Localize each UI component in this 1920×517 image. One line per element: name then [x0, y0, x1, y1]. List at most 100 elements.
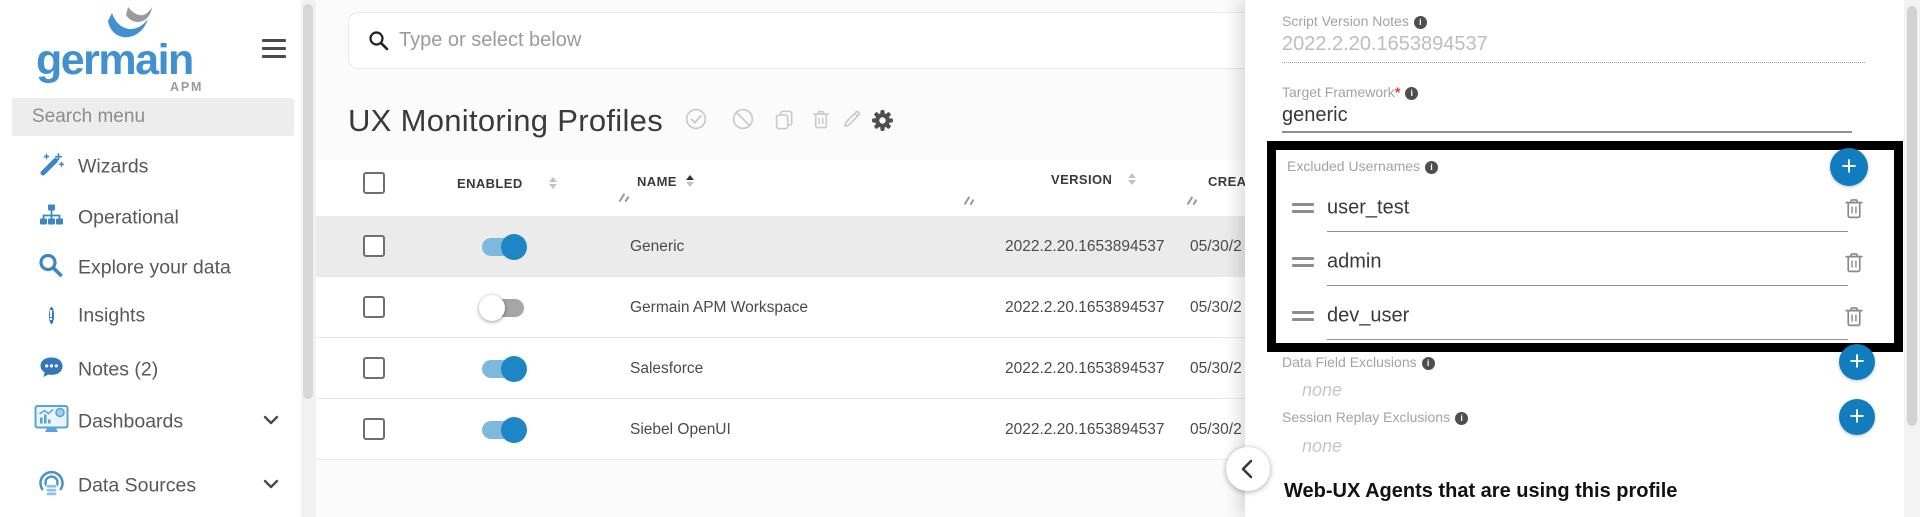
session-replay-exclusions-label: Session Replay Exclusionsi — [1282, 409, 1468, 425]
item-underline — [1327, 231, 1848, 232]
germain-logo-text: germain — [36, 36, 193, 85]
chevron-down-icon[interactable] — [263, 479, 279, 489]
ban-icon — [732, 108, 754, 130]
enabled-toggle[interactable] — [482, 299, 524, 317]
toggle-knob — [479, 295, 505, 321]
profile-created: 05/30/2 — [1190, 277, 1242, 338]
profile-version: 2022.2.20.1653894537 — [1005, 277, 1164, 338]
drag-handle-icon[interactable] — [1292, 199, 1314, 217]
edit-button[interactable] — [841, 108, 867, 134]
delete-button[interactable] — [810, 108, 836, 134]
select-all-checkbox[interactable] — [363, 172, 385, 194]
row-checkbox[interactable] — [363, 296, 385, 318]
delete-item-trash-icon[interactable] — [1842, 304, 1866, 328]
excluded-username-row: admin — [1276, 244, 1894, 280]
sidebar-search-placeholder: Search menu — [12, 98, 294, 136]
sidebar-item-data-sources[interactable]: Data Sources — [0, 466, 302, 506]
sidebar-item-notes[interactable]: Notes (2) — [0, 350, 302, 390]
edit-pencil-icon — [841, 108, 863, 130]
row-checkbox[interactable] — [363, 235, 385, 257]
copy-icon — [773, 108, 795, 130]
profile-detail-drawer: Script Version Notesi 2022.2.20.16538945… — [1245, 0, 1920, 517]
row-checkbox[interactable] — [363, 357, 385, 379]
sitemap-icon — [34, 203, 68, 233]
column-resize-handle[interactable] — [1186, 196, 1198, 206]
sort-arrows-enabled[interactable] — [549, 177, 558, 189]
info-icon[interactable]: i — [1422, 357, 1435, 370]
profile-name: Salesforce — [630, 338, 703, 399]
toggle-knob — [501, 234, 527, 260]
approve-button[interactable] — [685, 108, 711, 134]
session-replay-exclusions-empty-value: none — [1302, 436, 1342, 457]
info-icon[interactable]: i — [1425, 161, 1438, 174]
enabled-toggle[interactable] — [482, 360, 524, 378]
item-underline — [1327, 285, 1848, 286]
column-resize-handle[interactable] — [963, 196, 975, 206]
hamburger-menu-icon[interactable] — [262, 39, 286, 63]
info-icon[interactable]: i — [1405, 87, 1418, 100]
enabled-toggle[interactable] — [482, 421, 524, 439]
drag-handle-icon[interactable] — [1292, 253, 1314, 271]
delete-item-trash-icon[interactable] — [1842, 196, 1866, 220]
required-asterisk: * — [1395, 84, 1400, 100]
excluded-username-row: user_test — [1276, 190, 1894, 226]
settings-button[interactable] — [871, 109, 897, 135]
page-scrollbar-thumb[interactable] — [1907, 6, 1917, 426]
add-session-replay-exclusion-button[interactable]: + — [1839, 399, 1875, 435]
excluded-username-value[interactable]: admin — [1327, 251, 1381, 274]
web-ux-agents-heading: Web-UX Agents that are using this profil… — [1284, 480, 1677, 503]
sidebar-scrollbar-thumb[interactable] — [303, 4, 313, 399]
column-header-version[interactable]: VERSION — [1051, 172, 1112, 187]
search-icon — [368, 30, 390, 52]
sidebar-item-label: Operational — [78, 207, 179, 230]
sidebar-item-dashboards[interactable]: Dashboards — [0, 402, 302, 442]
excluded-username-value[interactable]: user_test — [1327, 197, 1409, 220]
trash-icon — [810, 108, 832, 130]
column-resize-handle[interactable] — [618, 193, 630, 203]
delete-item-trash-icon[interactable] — [1842, 250, 1866, 274]
target-framework-value[interactable]: generic — [1282, 104, 1348, 127]
page-title: UX Monitoring Profiles — [348, 103, 663, 139]
sidebar-search-input[interactable]: Search menu — [12, 98, 294, 136]
profile-name: Generic — [630, 216, 684, 277]
profile-name: Siebel OpenUI — [630, 399, 731, 460]
excluded-username-value[interactable]: dev_user — [1327, 305, 1409, 328]
profile-version: 2022.2.20.1653894537 — [1005, 399, 1164, 460]
info-icon[interactable]: i — [1414, 16, 1427, 29]
chat-bubble-icon — [34, 356, 68, 385]
copy-button[interactable] — [773, 108, 799, 134]
field-divider — [1282, 62, 1865, 63]
add-data-field-exclusion-button[interactable]: + — [1839, 344, 1875, 380]
info-icon[interactable]: i — [1455, 412, 1468, 425]
toggle-knob — [501, 417, 527, 443]
target-framework-label: Target Framework*i — [1282, 84, 1418, 100]
excluded-usernames-label: Excluded Usernamesi — [1287, 158, 1438, 174]
settings-gear-icon — [871, 109, 894, 132]
row-checkbox[interactable] — [363, 418, 385, 440]
sort-arrows-name[interactable] — [686, 175, 695, 187]
add-excluded-username-button[interactable]: + — [1830, 148, 1868, 186]
sidebar-item-label: Notes (2) — [78, 359, 158, 382]
sidebar-item-insights[interactable]: ! Insights — [0, 296, 302, 336]
enabled-toggle[interactable] — [482, 238, 524, 256]
collapse-drawer-button[interactable] — [1226, 447, 1270, 491]
exclamation-circle-icon: ! — [34, 304, 68, 328]
sidebar-item-label: Wizards — [78, 156, 148, 179]
chevron-down-icon[interactable] — [263, 415, 279, 425]
sidebar-item-wizards[interactable]: Wizards — [0, 147, 302, 187]
drag-handle-icon[interactable] — [1292, 307, 1314, 325]
excluded-username-row: dev_user — [1276, 298, 1894, 334]
magnifier-icon — [34, 253, 68, 284]
sort-arrows-version[interactable] — [1128, 173, 1137, 185]
chevron-left-icon — [1240, 459, 1254, 479]
approve-icon — [685, 108, 707, 130]
sidebar-item-explore-your-data[interactable]: Explore your data — [0, 248, 302, 288]
column-header-enabled[interactable]: ENABLED — [457, 176, 523, 191]
sidebar-item-operational[interactable]: Operational — [0, 198, 302, 238]
column-header-name[interactable]: NAME — [637, 174, 677, 189]
item-underline — [1327, 339, 1848, 340]
disable-button[interactable] — [732, 108, 758, 134]
apm-logo-subtext: APM — [170, 80, 203, 94]
script-version-notes-value[interactable]: 2022.2.20.1653894537 — [1282, 33, 1488, 56]
search-placeholder: Type or select below — [399, 13, 581, 68]
